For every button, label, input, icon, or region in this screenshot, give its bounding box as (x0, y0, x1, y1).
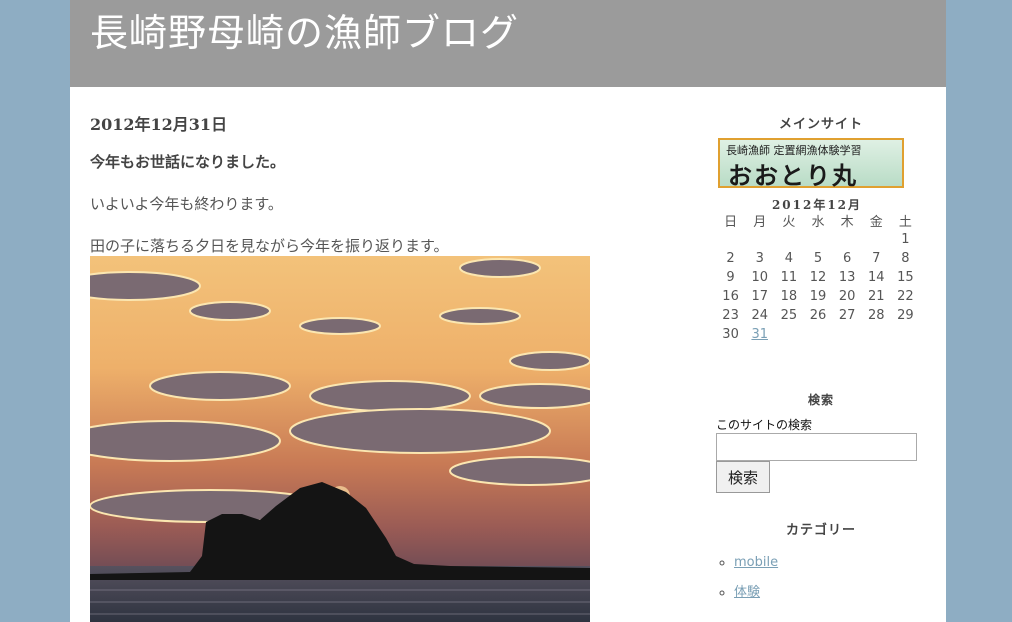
calendar-day (716, 230, 745, 249)
calendar-day: 3 (755, 251, 764, 266)
calendar-weekday: 日 (724, 215, 738, 230)
calendar-weekday: 火 (782, 215, 796, 230)
post-date: 2012年12月31日 (90, 115, 228, 134)
category-link[interactable]: mobile (734, 555, 778, 570)
calendar-day (833, 230, 862, 249)
calendar-day: 26 (809, 308, 827, 323)
calendar-day (833, 325, 862, 344)
calendar-day: 31 (745, 325, 774, 344)
calendar-day: 12 (809, 270, 827, 285)
calendar-day (862, 230, 891, 249)
category-heading: カテゴリー (785, 523, 856, 538)
main-site-heading: メインサイト (778, 117, 863, 132)
post-title: 今年もお世話になりました。 (90, 153, 286, 171)
calendar-day (774, 325, 803, 344)
calendar-day: 17 (751, 289, 768, 304)
calendar-day (803, 325, 832, 344)
calendar-day: 30 (722, 327, 739, 342)
calendar-day: 23 (722, 308, 739, 323)
calendar-day: 15 (897, 270, 914, 285)
calendar-week: 16 17 18 19 20 21 22 (716, 287, 920, 306)
search-button[interactable]: 検索 (716, 461, 770, 493)
calendar-day: 29 (897, 308, 914, 323)
calendar-week: 23 24 25 26 27 28 29 (716, 306, 920, 325)
calendar-day: 6 (842, 251, 852, 266)
calendar-day-link[interactable]: 31 (751, 327, 768, 342)
calendar-day: 18 (780, 289, 798, 304)
site-title-link[interactable]: 長崎野母崎の漁師ブログ (90, 10, 519, 56)
calendar-day (803, 230, 832, 249)
calendar-day: 21 (868, 289, 885, 304)
category-item: 体験 (734, 578, 778, 608)
calendar-weekday: 木 (840, 215, 854, 230)
calendar-day: 9 (726, 270, 735, 285)
calendar-day: 16 (722, 289, 739, 304)
calendar-week: 2 3 4 5 6 7 8 (716, 249, 920, 268)
calendar: 日月火水木金土 1 2 3 4 5 6 7 8 9 10 11 12 13 14 15 16 17 18 19 20 2… (716, 211, 920, 344)
search-heading: 検索 (807, 393, 834, 407)
calendar-weekday: 金 (869, 215, 883, 230)
calendar-day: 5 (813, 251, 823, 266)
calendar-day: 22 (897, 289, 914, 304)
calendar-weekday: 土 (898, 215, 912, 230)
calendar-day: 24 (751, 308, 768, 323)
banner-title: おおとり丸 (728, 161, 858, 190)
main-site-banner-link[interactable]: 長崎漁師 定置網漁体験学習 おおとり丸 (718, 138, 904, 190)
calendar-day (774, 230, 803, 249)
calendar-day: 2 (726, 251, 735, 266)
calendar-day: 11 (780, 270, 798, 285)
calendar-day (891, 325, 920, 344)
calendar-day: 14 (868, 270, 885, 285)
sunset-photo[interactable] (90, 256, 590, 622)
calendar-week: 1 (716, 230, 920, 249)
calendar-day (862, 325, 891, 344)
calendar-day: 10 (751, 270, 768, 285)
calendar-weekday: 水 (811, 215, 825, 230)
calendar-day: 7 (872, 251, 881, 266)
calendar-day: 8 (901, 251, 910, 266)
calendar-day (745, 230, 774, 249)
calendar-weekday: 月 (753, 215, 767, 230)
calendar-day: 19 (809, 289, 827, 304)
page-container: 長崎野母崎の漁師ブログ 2012年12月31日 今年もお世話になりました。 いよ… (70, 0, 946, 622)
calendar-day: 25 (780, 308, 798, 323)
sidebar: メインサイト 長崎漁師 定置網漁体験学習 おおとり丸 2012年12月 日月火水… (716, 0, 926, 622)
calendar-day: 1 (901, 232, 910, 247)
search-input[interactable] (716, 433, 917, 461)
sunset-island-image (90, 256, 590, 622)
category-list: mobile 体験 (716, 548, 778, 608)
calendar-day: 20 (838, 289, 856, 304)
calendar-day: 27 (838, 308, 856, 323)
category-item: mobile (734, 548, 778, 578)
calendar-day: 13 (838, 270, 856, 285)
category-link[interactable]: 体験 (734, 585, 760, 600)
calendar-week: 9 10 11 12 13 14 15 (716, 268, 920, 287)
calendar-week: 30 31 (716, 325, 920, 344)
calendar-day: 28 (868, 308, 885, 323)
post-paragraph: いよいよ今年も終わります。 (90, 195, 283, 213)
calendar-day: 4 (784, 251, 793, 266)
search-label: このサイトの検索 (716, 418, 813, 432)
post-paragraph: 田の子に落ちる夕日を見ながら今年を振り返ります。 (90, 237, 449, 255)
